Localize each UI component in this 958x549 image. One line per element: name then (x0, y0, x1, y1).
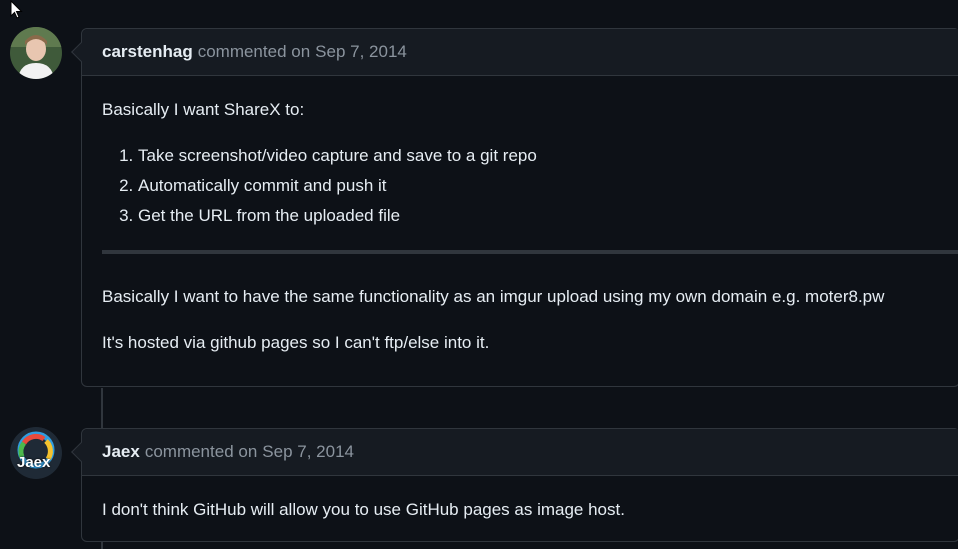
comment-paragraph: It's hosted via github pages so I can't … (102, 333, 490, 352)
sharex-logo-icon (10, 427, 62, 479)
comment-body: Basically I want ShareX to: Take screens… (82, 76, 958, 355)
list-item: Get the URL from the uploaded file (138, 204, 939, 228)
list-item: Take screenshot/video capture and save t… (138, 144, 939, 168)
person-avatar-icon (10, 27, 62, 79)
comment-jaex: Jaex commented on Sep 7, 2014 I don't th… (71, 428, 958, 542)
timeline-connector (101, 542, 103, 549)
comment-action-text: commented on (144, 442, 258, 461)
avatar-carstenhag[interactable] (10, 27, 62, 79)
list-item: Automatically commit and push it (138, 174, 939, 198)
author-link[interactable]: Jaex (102, 442, 140, 462)
comment-header: carstenhag commented on Sep 7, 2014 (82, 29, 958, 76)
comment-action-text: commented on (197, 42, 311, 61)
steps-list: Take screenshot/video capture and save t… (138, 144, 939, 228)
comment-carstenhag: carstenhag commented on Sep 7, 2014 Basi… (71, 28, 958, 387)
comment-body: I don't think GitHub will allow you to u… (82, 476, 958, 522)
comment-date-link[interactable]: Sep 7, 2014 (262, 442, 354, 462)
mouse-pointer-icon (10, 0, 23, 19)
comment-paragraph: Basically I want to have the same functi… (102, 287, 885, 306)
comment-header: Jaex commented on Sep 7, 2014 (82, 429, 958, 476)
comment-paragraph: I don't think GitHub will allow you to u… (102, 500, 625, 519)
comment-intro: Basically I want ShareX to: (102, 100, 305, 119)
comment-date-link[interactable]: Sep 7, 2014 (315, 42, 407, 62)
issue-timeline: carstenhag commented on Sep 7, 2014 Basi… (0, 0, 958, 549)
author-link[interactable]: carstenhag (102, 42, 193, 62)
horizontal-rule (102, 250, 958, 254)
avatar-jaex[interactable]: Jaex (10, 427, 62, 479)
avatar-label: Jaex (17, 454, 51, 471)
timeline-connector (101, 388, 103, 428)
